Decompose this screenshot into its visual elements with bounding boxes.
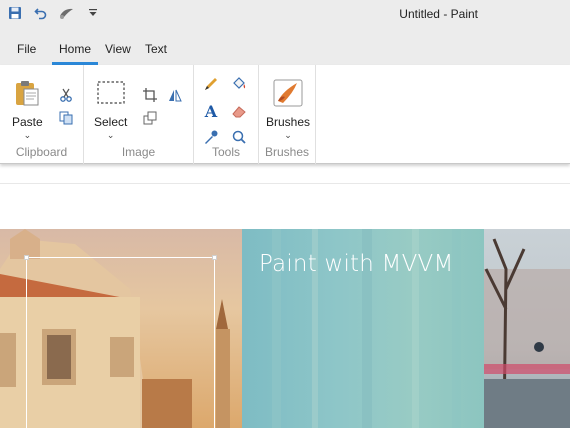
tab-home[interactable]: Home [52, 42, 98, 65]
resize-handle[interactable] [24, 255, 29, 260]
ribbon-tabs: File Home View Text [0, 30, 570, 65]
select-label: Select [94, 115, 128, 129]
brushes-icon [273, 79, 303, 110]
ribbon: Paste ⌄ Clipboard Select ⌄ Image A Tools… [0, 65, 570, 164]
resize-handle[interactable] [212, 255, 217, 260]
rotate-icon[interactable] [166, 86, 184, 104]
copy-icon[interactable] [57, 109, 75, 127]
hero-title: Paint with MVVM [259, 251, 454, 277]
chevron-down-icon: ⌄ [106, 130, 115, 140]
tools-group: A Tools [194, 65, 259, 164]
brushes-group-label: Brushes [264, 145, 310, 159]
window-title: Untitled - Paint [399, 7, 478, 21]
pencil-icon[interactable] [202, 75, 220, 93]
eraser-icon[interactable] [230, 102, 248, 120]
paste-icon [13, 79, 41, 110]
tab-view[interactable]: View [105, 42, 131, 65]
magnifier-icon[interactable] [230, 128, 248, 146]
paste-button[interactable]: Paste ⌄ [12, 79, 43, 140]
image-group-label: Image [121, 145, 156, 159]
chevron-down-icon: ⌄ [23, 130, 32, 140]
text-icon[interactable]: A [202, 102, 220, 121]
status-divider [0, 183, 570, 184]
canvas-image[interactable]: Paint with MVVM [0, 229, 570, 428]
chevron-down-icon: ⌄ [284, 130, 292, 140]
crop-icon[interactable] [141, 86, 159, 104]
image-group: Select ⌄ Image [84, 65, 194, 164]
tools-group-label: Tools [211, 145, 240, 159]
color-picker-icon[interactable] [202, 128, 220, 146]
cut-icon[interactable] [57, 86, 75, 104]
selection-icon [96, 79, 126, 110]
brushes-button[interactable]: Brushes ⌄ [266, 79, 311, 140]
resize-icon[interactable] [141, 109, 159, 127]
select-button[interactable]: Select ⌄ [94, 79, 128, 140]
selection-rectangle[interactable] [24, 255, 217, 428]
title-bar: Untitled - Paint [0, 0, 570, 30]
paste-label: Paste [12, 115, 43, 129]
tab-text[interactable]: Text [145, 42, 167, 65]
fill-icon[interactable] [230, 75, 248, 93]
clipboard-group: Paste ⌄ Clipboard [0, 65, 84, 164]
park-photo [484, 229, 570, 428]
brushes-label: Brushes [266, 115, 311, 129]
tab-file[interactable]: File [17, 42, 36, 65]
brushes-group: Brushes ⌄ Brushes [259, 65, 316, 164]
clipboard-group-label: Clipboard [15, 145, 68, 159]
